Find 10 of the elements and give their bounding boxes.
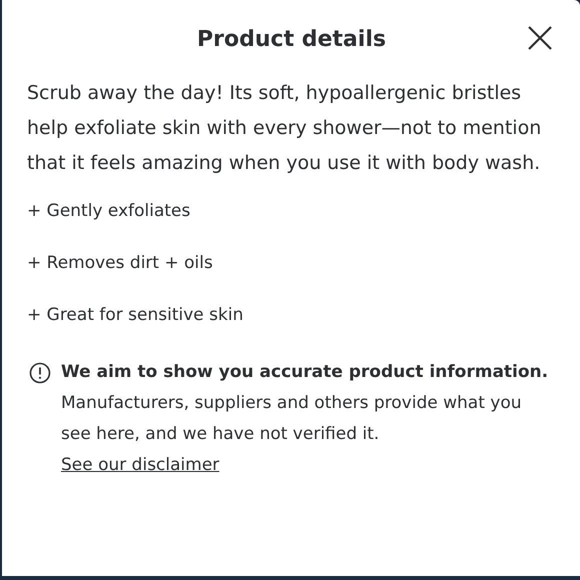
info-icon bbox=[29, 362, 51, 384]
notice-heading: We aim to show you accurate product information. bbox=[61, 361, 550, 384]
feature-item: + Great for sensitive skin bbox=[27, 304, 244, 327]
dialog-title: Product details bbox=[197, 26, 386, 52]
product-description: Scrub away the day! Its soft, hypoallergenic bristles help exfoliate skin with every shower—not to mention that it feels amazing when you use it with body wash. bbox=[27, 81, 542, 176]
disclaimer-link[interactable]: See our disclaimer bbox=[61, 450, 220, 481]
notice-text: Manufacturers, suppliers and others provide what you see here, and we have not verified it. bbox=[61, 392, 523, 446]
feature-item: + Gently exfoliates bbox=[27, 200, 192, 223]
close-button[interactable] bbox=[526, 24, 554, 52]
feature-item: + Removes dirt + oils bbox=[27, 252, 214, 275]
